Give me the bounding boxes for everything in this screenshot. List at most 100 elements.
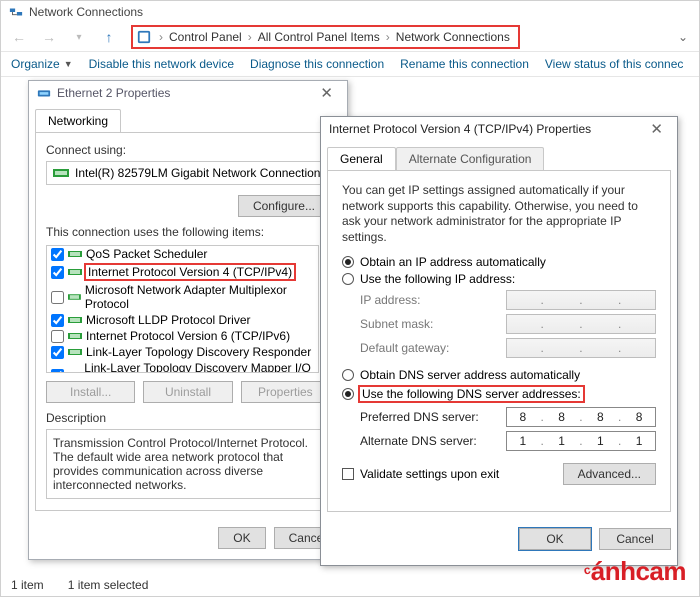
ipv4-cancel-button[interactable]: Cancel xyxy=(599,528,671,550)
radio-icon xyxy=(342,256,354,268)
list-item[interactable]: Internet Protocol Version 6 (TCP/IPv6) xyxy=(47,328,318,344)
radio-use-dns[interactable]: Use the following DNS server addresses: xyxy=(342,385,656,403)
network-connections-icon xyxy=(9,5,23,19)
adapter-name: Intel(R) 82579LM Gigabit Network Connect… xyxy=(75,166,320,180)
protocol-icon xyxy=(68,370,80,373)
command-bar: Organize ▼ Disable this network device D… xyxy=(1,51,699,77)
address-dropdown-button[interactable]: ⌄ xyxy=(673,30,693,44)
nav-back-button[interactable]: ← xyxy=(7,25,31,49)
nav-row: ← → ▾ ↑ › Control Panel › All Control Pa… xyxy=(1,23,699,51)
eth-dialog-titlebar[interactable]: Ethernet 2 Properties ✕ xyxy=(29,81,347,105)
item-checkbox[interactable] xyxy=(51,266,64,279)
gateway-label: Default gateway: xyxy=(360,341,506,355)
list-item[interactable]: Microsoft Network Adapter Multiplexor Pr… xyxy=(47,282,318,312)
watermark: ccánhcamánhcam xyxy=(585,556,686,587)
list-item[interactable]: Link-Layer Topology Discovery Mapper I/O… xyxy=(47,360,318,373)
radio-icon xyxy=(342,388,354,400)
crumb-2[interactable]: All Control Panel Items xyxy=(254,30,384,44)
preferred-dns-label: Preferred DNS server: xyxy=(360,410,506,424)
subnet-mask-field: ... xyxy=(506,314,656,334)
connect-using-label: Connect using: xyxy=(46,143,330,157)
radio-icon xyxy=(342,273,354,285)
item-checkbox[interactable] xyxy=(51,346,64,359)
item-label: Microsoft LLDP Protocol Driver xyxy=(86,313,251,327)
list-item[interactable]: QoS Packet Scheduler xyxy=(47,246,318,262)
control-panel-icon xyxy=(137,30,151,44)
item-label: Link-Layer Topology Discovery Responder xyxy=(86,345,311,359)
eth-close-button[interactable]: ✕ xyxy=(314,84,339,102)
status-bar: 1 item 1 item selected xyxy=(11,578,148,592)
protocol-icon xyxy=(68,292,81,302)
eth-ok-button[interactable]: OK xyxy=(218,527,265,549)
list-item[interactable]: Microsoft LLDP Protocol Driver xyxy=(47,312,318,328)
protocol-icon xyxy=(68,331,82,341)
protocol-icon xyxy=(68,315,82,325)
alternate-dns-label: Alternate DNS server: xyxy=(360,434,506,448)
crumb-3[interactable]: Network Connections xyxy=(392,30,514,44)
validate-label: Validate settings upon exit xyxy=(360,467,499,481)
item-checkbox[interactable] xyxy=(51,314,64,327)
ethernet-properties-dialog: Ethernet 2 Properties ✕ Networking Conne… xyxy=(28,80,348,560)
preferred-dns-field[interactable]: 8. 8. 8. 8 xyxy=(506,407,656,427)
protocol-icon xyxy=(68,249,82,259)
protocol-icon xyxy=(68,347,82,357)
gateway-field: ... xyxy=(506,338,656,358)
radio-obtain-ip[interactable]: Obtain an IP address automatically xyxy=(342,255,656,269)
subnet-mask-label: Subnet mask: xyxy=(360,317,506,331)
item-label: Internet Protocol Version 4 (TCP/IPv4) xyxy=(84,263,296,281)
validate-checkbox[interactable] xyxy=(342,468,354,480)
breadcrumb[interactable]: › Control Panel › All Control Panel Item… xyxy=(131,25,520,49)
configure-button[interactable]: Configure... xyxy=(238,195,330,217)
connection-items-list[interactable]: QoS Packet Scheduler Internet Protocol Ve… xyxy=(46,245,319,373)
crumb-1[interactable]: Control Panel xyxy=(165,30,246,44)
item-checkbox[interactable] xyxy=(51,330,64,343)
item-checkbox[interactable] xyxy=(51,248,64,261)
radio-use-ip[interactable]: Use the following IP address: xyxy=(342,272,656,286)
item-label: Microsoft Network Adapter Multiplexor Pr… xyxy=(85,283,314,311)
explorer-title: Network Connections xyxy=(29,5,143,19)
description-label: Description xyxy=(46,411,330,425)
cmd-rename[interactable]: Rename this connection xyxy=(400,57,529,71)
ipv4-close-button[interactable]: ✕ xyxy=(644,120,669,138)
cmd-viewstatus[interactable]: View status of this connec xyxy=(545,57,684,71)
nav-recent-button[interactable]: ▾ xyxy=(67,25,91,49)
ipv4-tabpanel: You can get IP settings assigned automat… xyxy=(327,170,671,512)
items-label: This connection uses the following items… xyxy=(46,225,330,239)
item-label: Link-Layer Topology Discovery Mapper I/O… xyxy=(84,361,314,373)
nic-icon xyxy=(53,167,69,179)
eth-dialog-title: Ethernet 2 Properties xyxy=(57,86,314,100)
adapter-title-icon xyxy=(37,86,51,100)
nav-forward-button[interactable]: → xyxy=(37,25,61,49)
ipv4-dialog-titlebar[interactable]: Internet Protocol Version 4 (TCP/IPv4) P… xyxy=(321,117,677,141)
ipv4-ok-button[interactable]: OK xyxy=(519,528,591,550)
ipv4-properties-dialog: Internet Protocol Version 4 (TCP/IPv4) P… xyxy=(320,116,678,566)
adapter-box[interactable]: Intel(R) 82579LM Gigabit Network Connect… xyxy=(46,161,330,185)
item-checkbox[interactable] xyxy=(51,291,64,304)
list-item[interactable]: Link-Layer Topology Discovery Responder xyxy=(47,344,318,360)
status-count: 1 item xyxy=(11,578,44,592)
radio-obtain-dns[interactable]: Obtain DNS server address automatically xyxy=(342,368,656,382)
tab-networking[interactable]: Networking xyxy=(35,109,121,132)
organize-menu[interactable]: Organize ▼ xyxy=(11,57,73,71)
protocol-icon xyxy=(68,267,82,277)
eth-tabpanel: Connect using: Intel(R) 82579LM Gigabit … xyxy=(35,132,341,511)
tab-general[interactable]: General xyxy=(327,147,396,170)
item-label: QoS Packet Scheduler xyxy=(86,247,207,261)
uninstall-button[interactable]: Uninstall xyxy=(143,381,232,403)
ip-address-label: IP address: xyxy=(360,293,506,307)
list-item[interactable]: Internet Protocol Version 4 (TCP/IPv4) xyxy=(47,262,318,282)
alternate-dns-field[interactable]: 1. 1. 1. 1 xyxy=(506,431,656,451)
description-text: Transmission Control Protocol/Internet P… xyxy=(46,429,330,499)
ipv4-info-text: You can get IP settings assigned automat… xyxy=(342,183,656,245)
ipv4-dialog-title: Internet Protocol Version 4 (TCP/IPv4) P… xyxy=(329,122,644,136)
cmd-diagnose[interactable]: Diagnose this connection xyxy=(250,57,384,71)
properties-button[interactable]: Properties xyxy=(241,381,330,403)
tab-alternate-config[interactable]: Alternate Configuration xyxy=(396,147,545,170)
cmd-disable[interactable]: Disable this network device xyxy=(89,57,234,71)
nav-up-button[interactable]: ↑ xyxy=(97,25,121,49)
advanced-button[interactable]: Advanced... xyxy=(563,463,656,485)
radio-icon xyxy=(342,369,354,381)
item-checkbox[interactable] xyxy=(51,369,64,374)
install-button[interactable]: Install... xyxy=(46,381,135,403)
ip-address-field: ... xyxy=(506,290,656,310)
